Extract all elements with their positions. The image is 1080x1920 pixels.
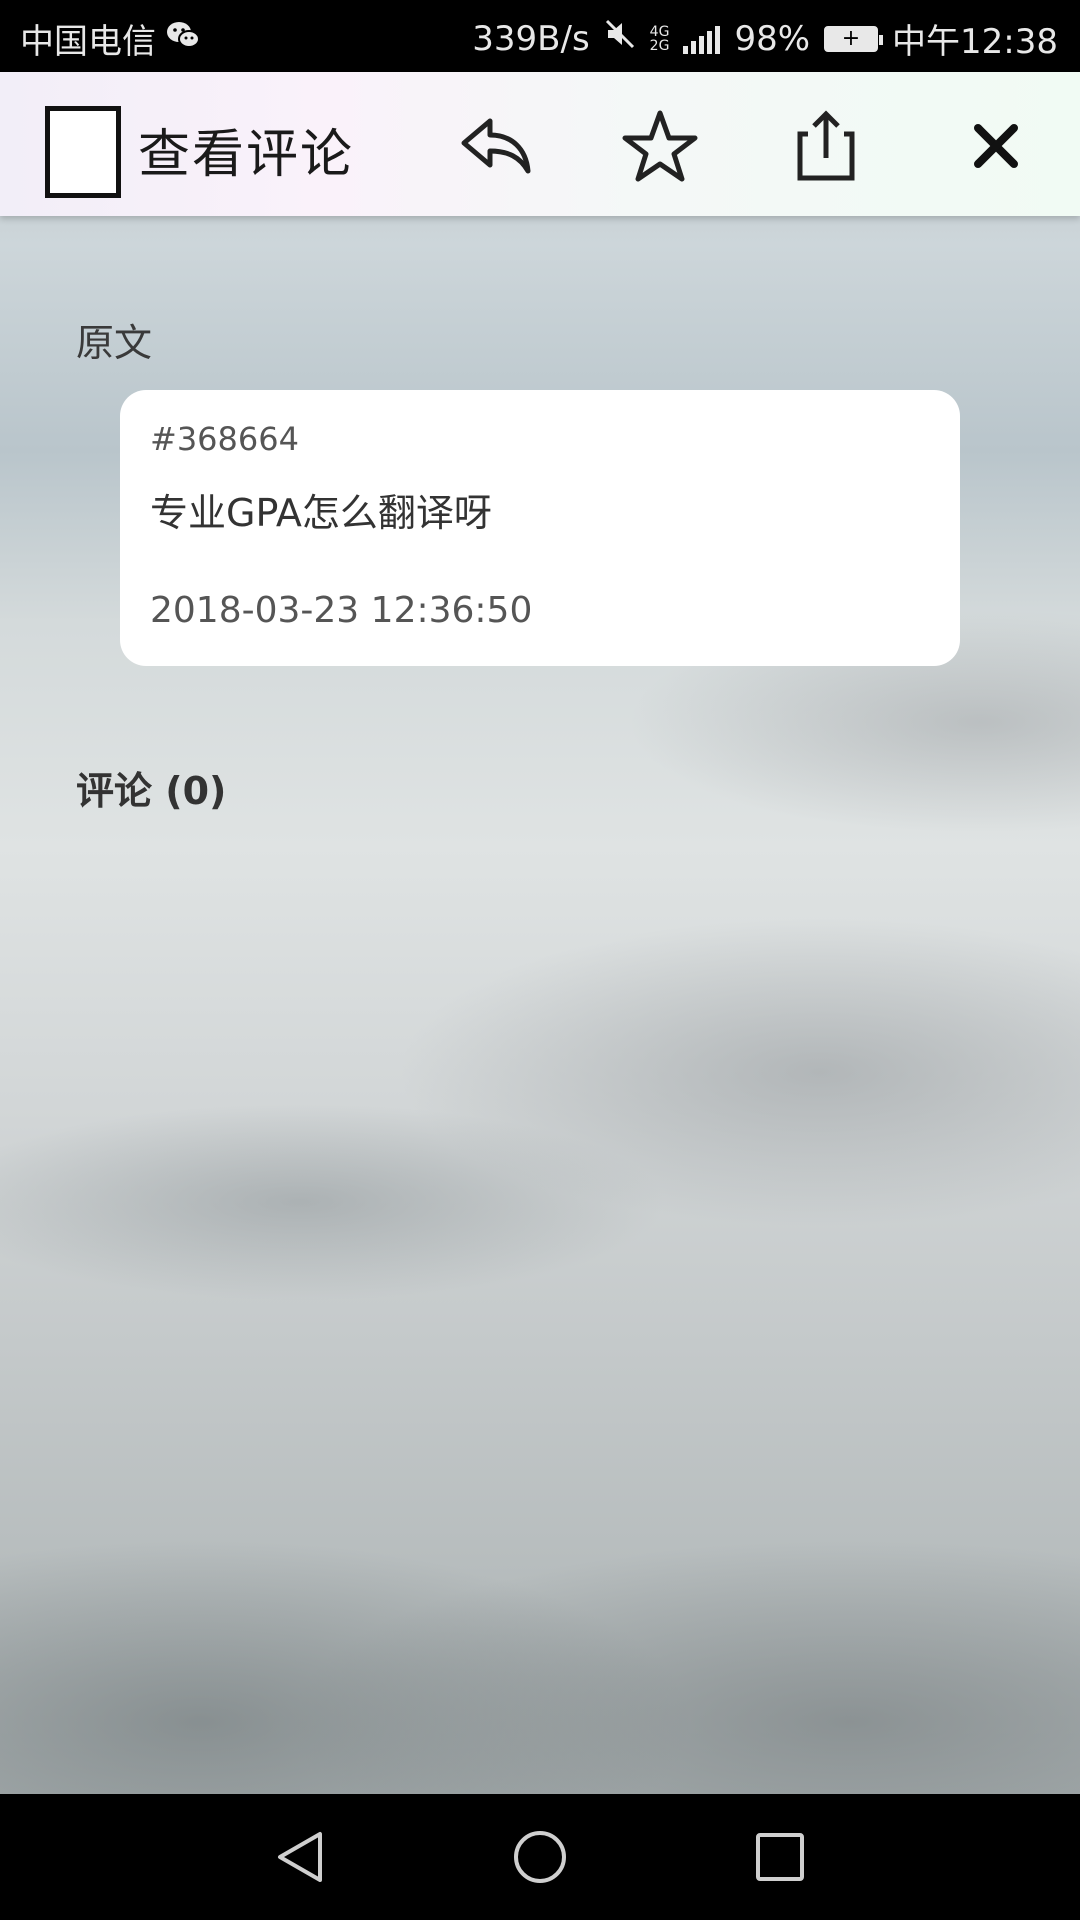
battery-charging-icon: +: [824, 25, 884, 52]
post-content: 专业GPA怎么翻译呀: [150, 491, 492, 535]
original-post-card: #368664 专业GPA怎么翻译呀 2018-03-23 12:36:50: [120, 390, 960, 666]
network-type-top: 4G: [649, 23, 670, 40]
system-nav-bar: [0, 1794, 1080, 1920]
clock-label: 中午12:38: [892, 22, 1058, 62]
reply-button[interactable]: [456, 106, 536, 186]
original-section-label: 原文: [76, 321, 153, 365]
signal-icon: [683, 24, 721, 54]
mute-icon: [604, 18, 636, 59]
page-title: 查看评论: [138, 125, 355, 185]
app-logo-placeholder: [45, 106, 121, 198]
wechat-icon: [166, 19, 200, 59]
back-button[interactable]: [265, 1822, 335, 1892]
star-icon: [622, 110, 698, 182]
comments-section-label: 评论 (0): [76, 769, 227, 813]
home-circle-icon: [514, 1831, 566, 1883]
network-type: 4G 2G: [650, 25, 670, 53]
app-bar: 查看评论: [0, 72, 1080, 216]
share-button[interactable]: [786, 106, 866, 186]
net-speed-label: 339B/s: [472, 18, 590, 59]
share-icon: [797, 110, 855, 181]
close-button[interactable]: [956, 106, 1036, 186]
recents-button[interactable]: [745, 1822, 815, 1892]
reply-icon: [461, 118, 531, 174]
recents-square-icon: [756, 1833, 804, 1881]
post-timestamp: 2018-03-23 12:36:50: [150, 590, 533, 631]
status-bar: 中国电信 339B/s 4G 2G 98% + 中午12:38: [0, 0, 1080, 72]
home-button[interactable]: [505, 1822, 575, 1892]
carrier-label: 中国电信: [20, 22, 156, 62]
network-type-bottom: 2G: [649, 37, 670, 54]
close-icon: [974, 124, 1018, 168]
back-triangle-icon: [278, 1832, 322, 1882]
post-id: #368664: [150, 420, 299, 458]
background-landscape-image: [0, 72, 1080, 1794]
battery-percent-label: 98%: [734, 18, 811, 59]
favorite-button[interactable]: [620, 106, 700, 186]
